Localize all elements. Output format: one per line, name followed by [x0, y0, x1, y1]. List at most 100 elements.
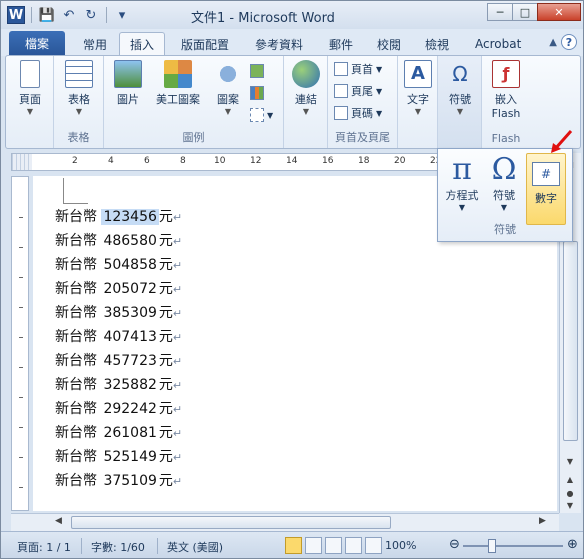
page-number-button[interactable]: 頁碼 ▼ [334, 104, 382, 122]
zoom-slider-track[interactable] [463, 545, 563, 547]
scroll-left-icon[interactable]: ◀ [55, 516, 62, 526]
tab-acrobat[interactable]: Acrobat [465, 32, 531, 56]
number-label: 數字 [535, 192, 557, 205]
vertical-scroll-thumb[interactable] [563, 241, 578, 441]
symbols-button[interactable]: Ω 符號 ▼ [440, 60, 480, 116]
document-line[interactable]: 新台幣 205072 元↵ [55, 278, 182, 298]
help-icon[interactable]: ? [561, 34, 577, 50]
ruler-number: 10 [214, 156, 226, 166]
paragraph-mark: ↵ [172, 235, 183, 248]
minimize-ribbon-icon[interactable]: ▲ [549, 37, 557, 48]
text-button[interactable]: A 文字 ▼ [398, 60, 438, 116]
header-button[interactable]: 頁首 ▼ [334, 60, 382, 78]
embed-flash-button[interactable]: ƒ 嵌入 Flash [486, 60, 526, 120]
ruler-number: 6 [144, 156, 150, 166]
horizontal-scrollbar[interactable]: ◀ ▶ [11, 513, 559, 531]
ruler-tick [19, 367, 23, 368]
page-count[interactable]: 頁面: 1 / 1 [17, 539, 71, 555]
ruler-margin-left [12, 154, 32, 170]
tab-page-layout[interactable]: 版面配置 [171, 32, 239, 56]
scroll-down-icon[interactable]: ▼ [560, 453, 580, 469]
undo-icon[interactable]: ↶ [60, 6, 78, 24]
chevron-down-icon: ▼ [75, 107, 83, 116]
line-suffix: 元 [158, 329, 173, 345]
word-count[interactable]: 字數: 1/60 [91, 539, 145, 555]
draft-view-button[interactable] [365, 537, 382, 554]
zoom-out-icon[interactable]: ⊖ [449, 537, 460, 552]
line-suffix: 元 [158, 425, 173, 441]
zoom-in-icon[interactable]: ⊕ [567, 537, 578, 552]
group-illustrations: 圖片 美工圖案 圖案 ▼ ▼ 圖例 [104, 56, 284, 148]
line-suffix: 元 [158, 401, 173, 417]
equation-label: 方程式 [445, 189, 479, 202]
maximize-button[interactable]: □ [512, 3, 538, 21]
minimize-button[interactable]: ─ [487, 3, 513, 21]
chart-icon [250, 86, 264, 100]
globe-link-icon [292, 60, 320, 88]
tab-review[interactable]: 校閱 [367, 32, 411, 56]
document-line[interactable]: 新台幣 325882 元↵ [55, 374, 182, 394]
tab-mailings[interactable]: 郵件 [319, 32, 363, 56]
flash-icon: ƒ [492, 60, 520, 88]
line-number-value: 407413 [103, 329, 157, 345]
line-prefix: 新台幣 [55, 377, 97, 393]
omega-icon: Ω [491, 152, 517, 187]
document-line[interactable]: 新台幣 385309 元↵ [55, 302, 182, 322]
number-button[interactable]: # 數字 [526, 153, 566, 225]
vertical-ruler[interactable] [11, 176, 29, 511]
word-logo-icon[interactable]: W [7, 6, 25, 24]
document-line[interactable]: 新台幣 375109 元↵ [55, 470, 182, 490]
links-button[interactable]: 連結 ▼ [286, 60, 326, 116]
zoom-level[interactable]: 100% [385, 539, 416, 552]
tab-view[interactable]: 檢視 [415, 32, 459, 56]
red-arrow-icon [551, 130, 573, 153]
group-pages: 頁面 ▼ [6, 56, 54, 148]
pages-button[interactable]: 頁面 ▼ [10, 60, 50, 116]
next-page-icon[interactable]: ▼ [560, 497, 580, 513]
document-line[interactable]: 新台幣 261081 元↵ [55, 422, 182, 442]
scroll-right-icon[interactable]: ▶ [539, 516, 546, 526]
selected-number[interactable]: 123456 [101, 209, 159, 225]
page-number-label: 頁碼 [351, 107, 373, 120]
document-line[interactable]: 新台幣 292242 元↵ [55, 398, 182, 418]
document-line[interactable]: 新台幣 407413 元↵ [55, 326, 182, 346]
document-line[interactable]: 新台幣 504858 元↵ [55, 254, 182, 274]
clipart-button[interactable]: 美工圖案 [150, 60, 206, 107]
table-button[interactable]: 表格 ▼ [59, 60, 99, 116]
footer-button[interactable]: 頁尾 ▼ [334, 82, 382, 100]
ruler-tick [19, 217, 23, 218]
language[interactable]: 英文 (美國) [167, 539, 223, 555]
tab-references[interactable]: 參考資料 [245, 32, 313, 56]
chart-button[interactable] [250, 84, 264, 102]
tab-file[interactable]: 檔案 [9, 31, 65, 55]
equation-button[interactable]: π 方程式 ▼ [442, 153, 482, 213]
footer-icon [334, 84, 348, 98]
print-layout-view-button[interactable] [285, 537, 302, 554]
tab-home[interactable]: 常用 [73, 32, 117, 56]
symbol-button[interactable]: Ω 符號 ▼ [484, 152, 524, 213]
outline-view-button[interactable] [345, 537, 362, 554]
picture-button[interactable]: 圖片 [108, 60, 148, 107]
document-line[interactable]: 新台幣 486580 元↵ [55, 230, 182, 250]
line-prefix: 新台幣 [55, 473, 97, 489]
smartart-button[interactable] [250, 62, 264, 80]
document-line[interactable]: 新台幣 457723 元↵ [55, 350, 182, 370]
full-screen-reading-view-button[interactable] [305, 537, 322, 554]
group-label-symbols: 符號 [494, 223, 516, 236]
document-line[interactable]: 新台幣 123456 元↵ [55, 206, 182, 226]
save-icon[interactable]: 💾 [38, 6, 56, 24]
tab-insert[interactable]: 插入 [119, 32, 166, 56]
horizontal-scroll-thumb[interactable] [71, 516, 391, 529]
web-layout-view-button[interactable] [325, 537, 342, 554]
close-button[interactable]: ✕ [537, 3, 581, 21]
shapes-button[interactable]: 圖案 ▼ [208, 60, 248, 116]
document-line[interactable]: 新台幣 525149 元↵ [55, 446, 182, 466]
redo-icon[interactable]: ↻ [82, 6, 100, 24]
customize-qat-icon[interactable]: ▾ [113, 6, 131, 24]
zoom-slider-handle[interactable] [488, 539, 496, 553]
chevron-down-icon: ▼ [267, 110, 274, 120]
shapes-label: 圖案 [217, 93, 239, 106]
screenshot-button[interactable]: ▼ [250, 106, 273, 124]
ruler-number: 14 [286, 156, 298, 166]
chevron-down-icon: ▼ [456, 107, 464, 116]
